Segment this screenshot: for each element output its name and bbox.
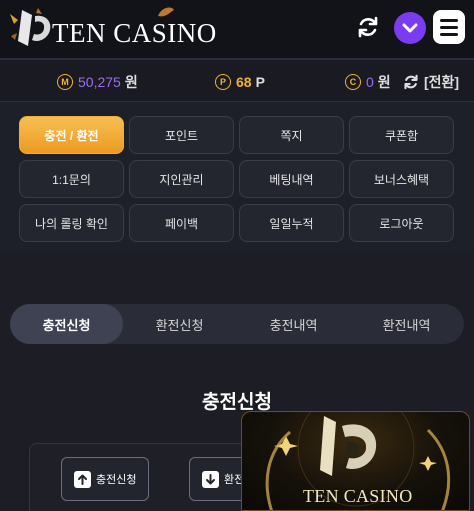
- convert-button[interactable]: [전환]: [402, 72, 459, 92]
- top-header: TEN CASINO: [0, 0, 474, 58]
- section-title: 충전신청: [202, 392, 272, 413]
- hamburger-line: [440, 26, 458, 29]
- menu-referrals[interactable]: 지인관리: [129, 160, 234, 198]
- menu-coupons[interactable]: 쿠폰함: [349, 116, 454, 154]
- point-unit: P: [255, 74, 265, 90]
- money-badge-icon: M: [57, 74, 73, 90]
- logo-text: TEN CASINO: [52, 18, 217, 48]
- refresh-icon[interactable]: [355, 14, 381, 40]
- money-unit: 원: [124, 74, 138, 90]
- account-menu-grid: 충전 / 환전 포인트 쪽지 쿠폰함 1:1문의 지인관리 베팅내역 보너스혜택…: [0, 103, 474, 253]
- deposit-icon: [74, 470, 91, 488]
- menu-deposit-withdraw[interactable]: 충전 / 환전: [19, 116, 124, 154]
- casino-unit: 원: [377, 74, 391, 90]
- withdraw-icon: [202, 470, 219, 488]
- convert-refresh-icon: [404, 74, 418, 90]
- chevron-down-icon: [402, 23, 418, 33]
- deposit-tabs: 충전신청 환전신청 충전내역 환전내역: [10, 304, 464, 344]
- promo-logo-text: TEN CASINO: [303, 486, 413, 506]
- menu-logout[interactable]: 로그아웃: [349, 204, 454, 242]
- account-dropdown-button[interactable]: [394, 12, 426, 44]
- tab-withdraw-request[interactable]: 환전신청: [123, 304, 236, 344]
- hamburger-menu-button[interactable]: [433, 10, 465, 44]
- deposit-request-label: 충전신청: [96, 474, 137, 486]
- menu-support[interactable]: 1:1문의: [19, 160, 124, 198]
- app-root: TEN CASINO M 50,275 원 P 68 P C 0 원 [전환] …: [0, 0, 474, 511]
- tab-deposit-request[interactable]: 충전신청: [10, 304, 123, 344]
- tab-withdraw-history[interactable]: 환전내역: [350, 304, 463, 344]
- menu-payback[interactable]: 페이백: [129, 204, 234, 242]
- point-value: 68: [236, 74, 252, 90]
- menu-messages[interactable]: 쪽지: [239, 116, 344, 154]
- money-balance: M 50,275 원: [57, 72, 138, 92]
- menu-points[interactable]: 포인트: [129, 116, 234, 154]
- site-logo[interactable]: TEN CASINO: [8, 6, 216, 50]
- balance-bar: M 50,275 원 P 68 P C 0 원 [전환]: [0, 58, 474, 102]
- casino-balance: C 0 원: [345, 72, 391, 92]
- money-value: 50,275: [78, 74, 121, 90]
- menu-bet-history[interactable]: 베팅내역: [239, 160, 344, 198]
- leaf-decoration-icon: [158, 7, 174, 17]
- promo-video-overlay[interactable]: TEN CASINO: [241, 411, 470, 511]
- convert-label: [전환]: [424, 74, 460, 90]
- casino-value: 0: [366, 74, 374, 90]
- menu-bonus[interactable]: 보너스혜택: [349, 160, 454, 198]
- menu-daily[interactable]: 일일누적: [239, 204, 344, 242]
- hamburger-line: [440, 33, 458, 36]
- point-badge-icon: P: [215, 74, 231, 90]
- logo-emblem-icon: [10, 8, 51, 46]
- deposit-request-button[interactable]: 충전신청: [61, 457, 149, 501]
- tab-deposit-history[interactable]: 충전내역: [237, 304, 350, 344]
- casino-badge-icon: C: [345, 74, 361, 90]
- hamburger-line: [440, 19, 458, 22]
- point-balance: P 68 P: [215, 72, 265, 92]
- menu-rolling[interactable]: 나의 롤링 확인: [19, 204, 124, 242]
